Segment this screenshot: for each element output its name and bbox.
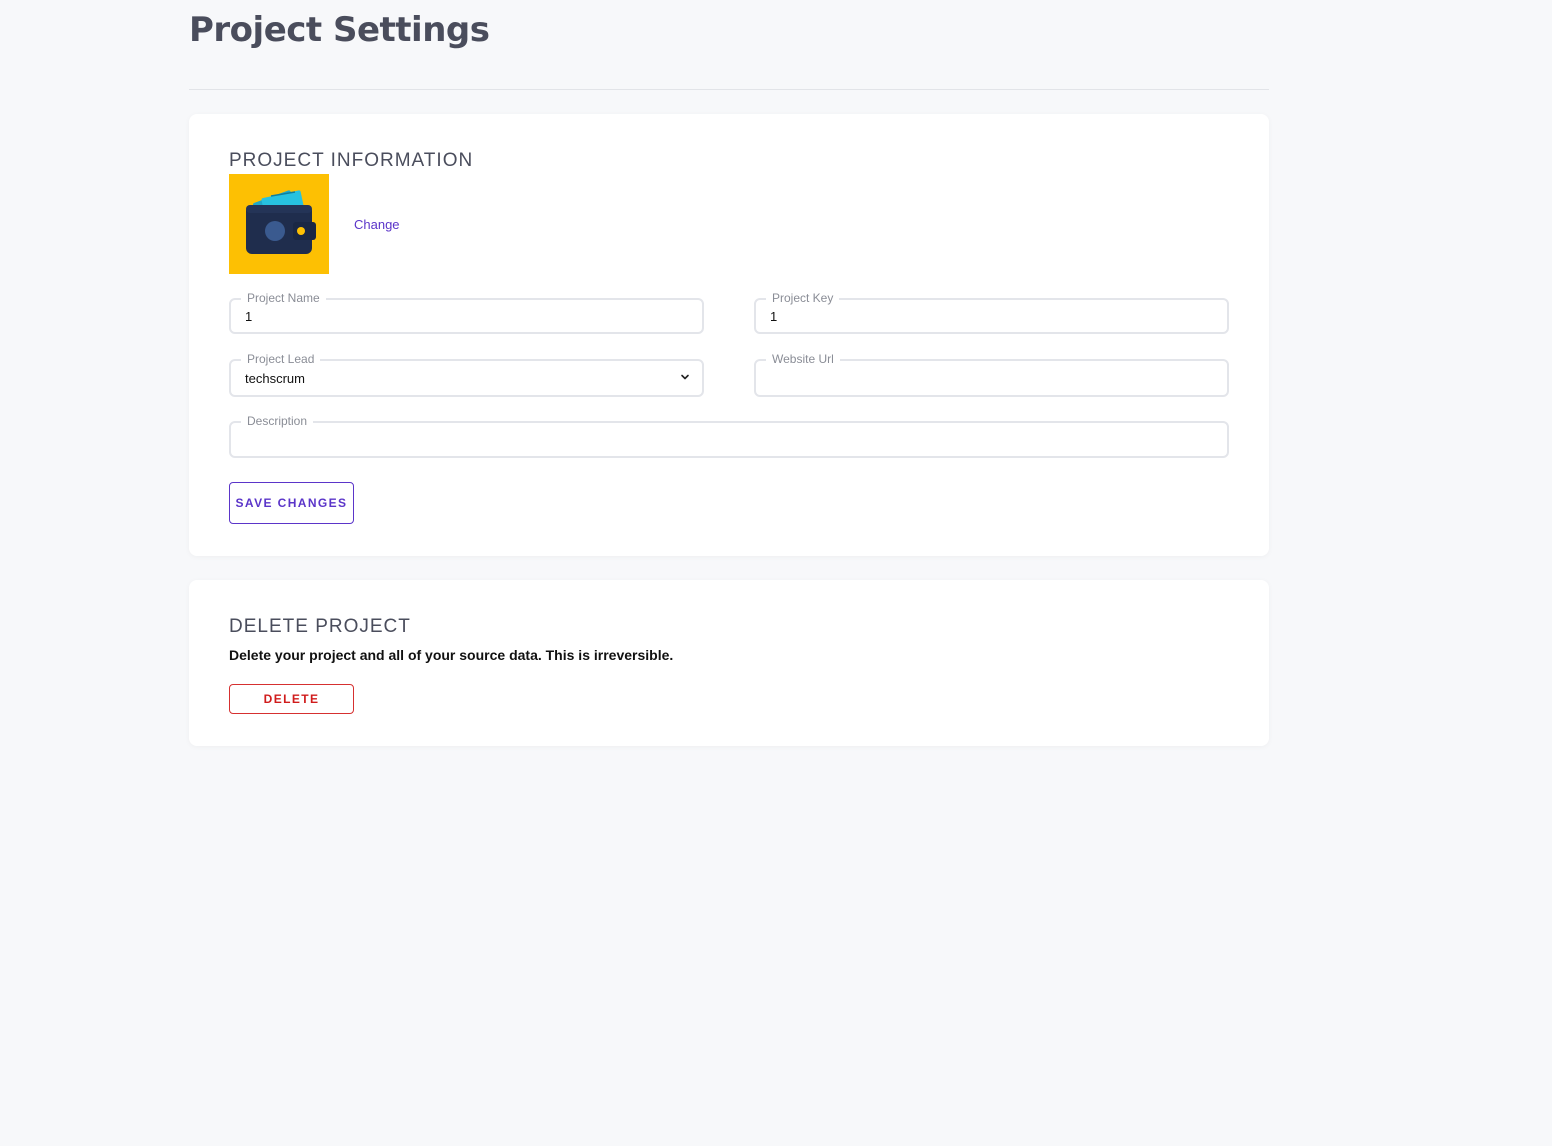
project-name-value[interactable]: 1 <box>245 309 252 325</box>
delete-button[interactable]: DELETE <box>229 684 354 714</box>
project-name-field[interactable]: Project Name 1 <box>229 291 704 334</box>
project-key-label: Project Key <box>766 291 840 305</box>
save-changes-button[interactable]: SAVE CHANGES <box>229 482 354 524</box>
project-key-value[interactable]: 1 <box>770 309 777 325</box>
delete-project-card: DELETE PROJECT Delete your project and a… <box>189 580 1269 746</box>
title-divider <box>189 89 1269 90</box>
delete-project-description: Delete your project and all of your sour… <box>229 647 674 663</box>
project-name-label: Project Name <box>241 291 326 305</box>
website-url-field[interactable]: Website Url <box>754 352 1229 397</box>
project-lead-value[interactable]: techscrum <box>245 371 305 387</box>
delete-project-heading: DELETE PROJECT <box>229 616 411 637</box>
website-url-label: Website Url <box>766 352 840 366</box>
project-icon <box>229 174 329 274</box>
description-label: Description <box>241 414 314 428</box>
wallet-icon <box>246 190 316 254</box>
change-icon-link[interactable]: Change <box>354 217 400 232</box>
project-key-field[interactable]: Project Key 1 <box>754 291 1229 334</box>
project-settings-page: Project Settings PROJECT INFORMATION Cha… <box>0 0 1552 1146</box>
page-title: Project Settings <box>189 10 490 50</box>
project-lead-select[interactable]: Project Lead techscrum <box>229 352 704 397</box>
project-information-heading: PROJECT INFORMATION <box>229 150 474 171</box>
project-lead-label: Project Lead <box>241 352 321 366</box>
project-information-card: PROJECT INFORMATION Change Project Name … <box>189 114 1269 556</box>
description-field[interactable]: Description <box>229 414 1229 458</box>
chevron-down-icon[interactable] <box>680 372 690 382</box>
